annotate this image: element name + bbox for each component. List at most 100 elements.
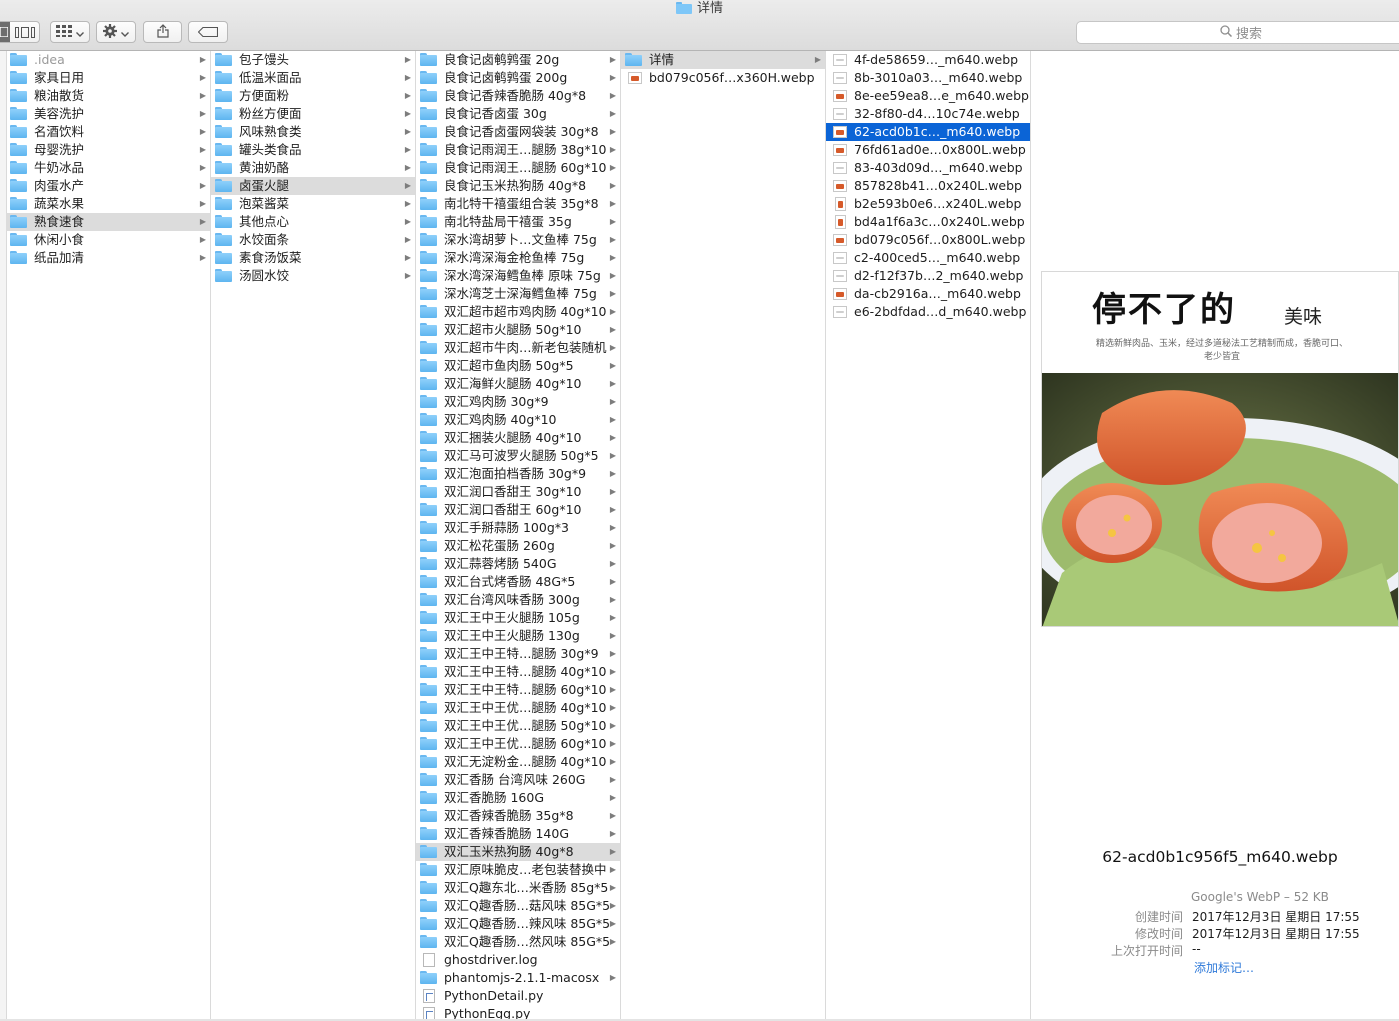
folder-item[interactable]: 深水湾芝士深海鳕鱼棒 75g ▶ <box>416 285 620 303</box>
folder-item[interactable]: 双汇原味脆皮…老包装替换中 ▶ <box>416 861 620 879</box>
add-tags-link[interactable]: 添加标记… <box>1194 959 1254 976</box>
folder-item[interactable]: 深水湾深海鳕鱼棒 原味 75g ▶ <box>416 267 620 285</box>
folder-item[interactable]: 蔬菜水果 ▶ <box>6 195 210 213</box>
folder-item[interactable]: 良食记玉米热狗肠 40g*8 ▶ <box>416 177 620 195</box>
folder-item[interactable]: 双汇王中王优…腿肠 40g*10 ▶ <box>416 699 620 717</box>
folder-item[interactable]: 深水湾深海金枪鱼棒 75g ▶ <box>416 249 620 267</box>
folder-item[interactable]: 良食记卤鹌鹑蛋 20g ▶ <box>416 51 620 69</box>
folder-item[interactable]: 肉蛋水产 ▶ <box>6 177 210 195</box>
folder-item[interactable]: .idea ▶ <box>6 51 210 69</box>
folder-item[interactable]: 良食记雨润王…腿肠 60g*10 ▶ <box>416 159 620 177</box>
folder-item[interactable]: 详情 ▶ <box>621 51 825 69</box>
folder-item[interactable]: 双汇王中王特…腿肠 40g*10 ▶ <box>416 663 620 681</box>
file-item[interactable]: bd079c056f…x360H.webp <box>621 69 825 87</box>
folder-item[interactable]: 良食记雨润王…腿肠 38g*10 ▶ <box>416 141 620 159</box>
folder-item[interactable]: 双汇松花蛋肠 260g ▶ <box>416 537 620 555</box>
folder-item[interactable]: 方便面粉 ▶ <box>211 87 415 105</box>
folder-item[interactable]: 其他点心 ▶ <box>211 213 415 231</box>
folder-item[interactable]: 双汇王中王火腿肠 105g ▶ <box>416 609 620 627</box>
action-button[interactable] <box>96 21 136 43</box>
column-3[interactable]: 良食记卤鹌鹑蛋 20g ▶ 良食记卤鹌鹑蛋 200g ▶ 良食记香辣香脆肠 40g*8 ▶… <box>416 51 621 1019</box>
file-item[interactable]: 76fd61ad0e…0x800L.webp <box>826 141 1030 159</box>
file-item[interactable]: 8b-3010a03…_m640.webp <box>826 69 1030 87</box>
folder-item[interactable]: 低温米面品 ▶ <box>211 69 415 87</box>
folder-item[interactable]: 南北特干禧蛋组合装 35g*8 ▶ <box>416 195 620 213</box>
folder-item[interactable]: phantomjs-2.1.1-macosx ▶ <box>416 969 620 987</box>
file-item[interactable]: e6-2bdfdad…d_m640.webp <box>826 303 1030 321</box>
folder-item[interactable]: 双汇马可波罗火腿肠 50g*5 ▶ <box>416 447 620 465</box>
file-item[interactable]: 62-acd0b1c…_m640.webp <box>826 123 1030 141</box>
folder-item[interactable]: 双汇无淀粉金…腿肠 40g*10 ▶ <box>416 753 620 771</box>
folder-item[interactable]: 双汇润口香甜王 60g*10 ▶ <box>416 501 620 519</box>
tags-button[interactable] <box>188 21 228 43</box>
folder-item[interactable]: 双汇捆装火腿肠 40g*10 ▶ <box>416 429 620 447</box>
folder-item[interactable]: 双汇台湾风味香肠 300g ▶ <box>416 591 620 609</box>
folder-item[interactable]: 双汇Q趣香肠…菇风味 85G*5 ▶ <box>416 897 620 915</box>
folder-item[interactable]: 双汇蒜蓉烤肠 540G ▶ <box>416 555 620 573</box>
folder-item[interactable]: 汤圆水饺 ▶ <box>211 267 415 285</box>
folder-item[interactable]: 双汇Q趣香肠…然风味 85G*5 ▶ <box>416 933 620 951</box>
folder-item[interactable]: 风味熟食类 ▶ <box>211 123 415 141</box>
file-item[interactable]: ghostdriver.log <box>416 951 620 969</box>
folder-item[interactable]: 包子馒头 ▶ <box>211 51 415 69</box>
column-1[interactable]: .idea ▶ 家具日用 ▶ 粮油散货 ▶ 美容洗护 ▶ 名酒饮料 ▶ 母婴洗护 ▶ 牛奶冰品 ▶ 肉蛋水产… <box>6 51 211 1019</box>
file-item[interactable]: bd4a1f6a3c…0x240L.webp <box>826 213 1030 231</box>
folder-item[interactable]: 卤蛋火腿 ▶ <box>211 177 415 195</box>
folder-item[interactable]: 双汇王中王火腿肠 130g ▶ <box>416 627 620 645</box>
column-4[interactable]: 详情 ▶ bd079c056f…x360H.webp <box>621 51 826 1019</box>
folder-item[interactable]: 黄油奶酪 ▶ <box>211 159 415 177</box>
share-button[interactable] <box>143 21 182 43</box>
folder-item[interactable]: 素食汤饭菜 ▶ <box>211 249 415 267</box>
folder-item[interactable]: 双汇手掰蒜肠 100g*3 ▶ <box>416 519 620 537</box>
folder-item[interactable]: 休闲小食 ▶ <box>6 231 210 249</box>
folder-item[interactable]: 双汇香辣香脆肠 35g*8 ▶ <box>416 807 620 825</box>
file-item[interactable]: PythonEgg.py <box>416 1005 620 1019</box>
column-view-icon[interactable] <box>0 22 11 42</box>
search-field[interactable]: 搜索 <box>1076 21 1399 44</box>
folder-item[interactable]: 双汇Q趣东北…米香肠 85g*5 ▶ <box>416 879 620 897</box>
folder-item[interactable]: 双汇鸡肉肠 40g*10 ▶ <box>416 411 620 429</box>
column-2[interactable]: 包子馒头 ▶ 低温米面品 ▶ 方便面粉 ▶ 粉丝方便面 ▶ 风味熟食类 ▶ 罐头类食品 ▶ 黄油奶酪 ▶ 卤… <box>211 51 416 1019</box>
folder-item[interactable]: 熟食速食 ▶ <box>6 213 210 231</box>
folder-item[interactable]: 纸品加清 ▶ <box>6 249 210 267</box>
file-item[interactable]: PythonDetail.py <box>416 987 620 1005</box>
folder-item[interactable]: 粮油散货 ▶ <box>6 87 210 105</box>
folder-item[interactable]: 深水湾胡萝卜…文鱼棒 75g ▶ <box>416 231 620 249</box>
file-item[interactable]: 4f-de58659…_m640.webp <box>826 51 1030 69</box>
folder-item[interactable]: 双汇台式烤香肠 48G*5 ▶ <box>416 573 620 591</box>
folder-item[interactable]: 双汇香脆肠 160G ▶ <box>416 789 620 807</box>
folder-item[interactable]: 良食记香卤蛋网袋装 30g*8 ▶ <box>416 123 620 141</box>
folder-item[interactable]: 良食记香辣香脆肠 40g*8 ▶ <box>416 87 620 105</box>
coverflow-view-icon[interactable] <box>10 22 39 42</box>
arrange-button[interactable] <box>50 21 90 43</box>
column-5[interactable]: 4f-de58659…_m640.webp 8b-3010a03…_m640.we… <box>826 51 1031 1019</box>
file-item[interactable]: c2-400ced5…_m640.webp <box>826 249 1030 267</box>
folder-item[interactable]: 双汇王中王特…腿肠 60g*10 ▶ <box>416 681 620 699</box>
folder-item[interactable]: 双汇玉米热狗肠 40g*8 ▶ <box>416 843 620 861</box>
folder-item[interactable]: 双汇香肠 台湾风味 260G ▶ <box>416 771 620 789</box>
folder-item[interactable]: 美容洗护 ▶ <box>6 105 210 123</box>
file-item[interactable]: 83-403d09d…_m640.webp <box>826 159 1030 177</box>
file-item[interactable]: 857828b41…0x240L.webp <box>826 177 1030 195</box>
file-item[interactable]: b2e593b0e6…x240L.webp <box>826 195 1030 213</box>
folder-item[interactable]: 双汇润口香甜王 30g*10 ▶ <box>416 483 620 501</box>
folder-item[interactable]: 南北特盐局干禧蛋 35g ▶ <box>416 213 620 231</box>
folder-item[interactable]: 泡菜酱菜 ▶ <box>211 195 415 213</box>
folder-item[interactable]: 良食记香卤蛋 30g ▶ <box>416 105 620 123</box>
file-item[interactable]: bd079c056f…0x800L.webp <box>826 231 1030 249</box>
folder-item[interactable]: 双汇王中王优…腿肠 60g*10 ▶ <box>416 735 620 753</box>
folder-item[interactable]: 双汇鸡肉肠 30g*9 ▶ <box>416 393 620 411</box>
file-item[interactable]: d2-f12f37b…2_m640.webp <box>826 267 1030 285</box>
folder-item[interactable]: 双汇超市火腿肠 50g*10 ▶ <box>416 321 620 339</box>
file-item[interactable]: da-cb2916a…_m640.webp <box>826 285 1030 303</box>
view-mode-segment[interactable] <box>0 21 40 43</box>
folder-item[interactable]: 双汇海鲜火腿肠 40g*10 ▶ <box>416 375 620 393</box>
folder-item[interactable]: 名酒饮料 ▶ <box>6 123 210 141</box>
folder-item[interactable]: 双汇超市鱼肉肠 50g*5 ▶ <box>416 357 620 375</box>
file-item[interactable]: 8e-ee59ea8…e_m640.webp <box>826 87 1030 105</box>
file-item[interactable]: 32-8f80-d4…10c74e.webp <box>826 105 1030 123</box>
folder-item[interactable]: 母婴洗护 ▶ <box>6 141 210 159</box>
folder-item[interactable]: 双汇超市牛肉…新老包装随机 ▶ <box>416 339 620 357</box>
folder-item[interactable]: 双汇王中王特…腿肠 30g*9 ▶ <box>416 645 620 663</box>
folder-item[interactable]: 罐头类食品 ▶ <box>211 141 415 159</box>
